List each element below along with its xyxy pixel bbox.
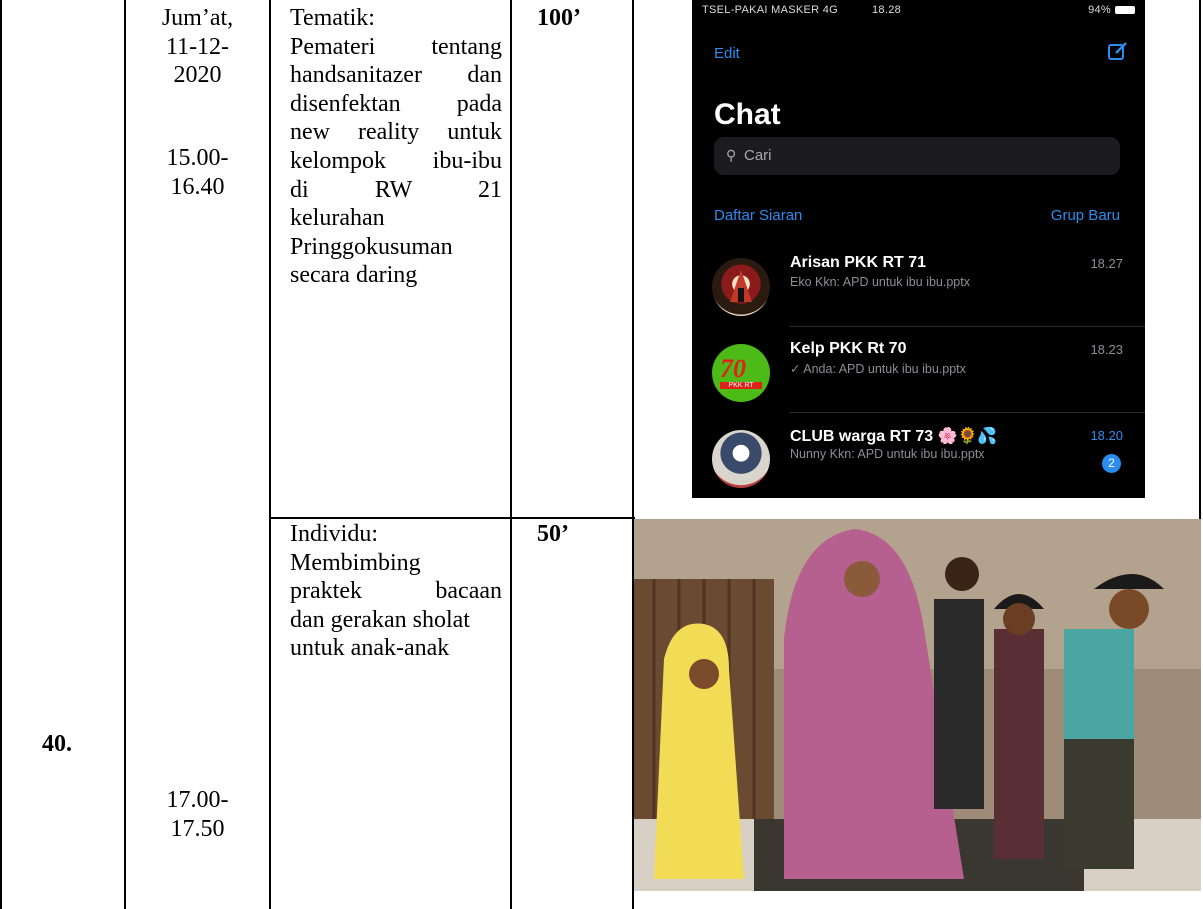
- date-line-3: 2020: [173, 62, 222, 89]
- page-title: Chat: [714, 98, 781, 131]
- activity-1-line: secara daring: [290, 262, 418, 289]
- activity-1-line: Pringgokusuman: [290, 233, 453, 260]
- status-time: 18.28: [872, 4, 902, 16]
- chat-time: 18.20: [1090, 428, 1123, 443]
- table-row-divider: [269, 517, 635, 519]
- activity-2-line: untuk anak-anak: [290, 635, 450, 662]
- compose-icon[interactable]: [1107, 40, 1129, 62]
- chat-name: CLUB warga RT 73 🌸🌻💦: [790, 428, 998, 445]
- search-placeholder: Cari: [744, 147, 772, 164]
- date-line-1: Jum’at,: [161, 5, 234, 31]
- date-line-2: 11-12-: [165, 33, 230, 60]
- edit-button[interactable]: Edit: [714, 45, 740, 62]
- battery-indicator: 94%: [1088, 4, 1135, 16]
- activity-1-description: Tematik: Pemateri tentang handsanitazer …: [290, 4, 502, 290]
- children-prayer-photo: [634, 519, 1201, 891]
- new-group-link[interactable]: Grup Baru: [1051, 207, 1120, 224]
- activity-2-line: Membimbing: [290, 549, 421, 576]
- chat-preview: Eko Kkn: APD untuk ibu ibu.pptx: [790, 275, 970, 289]
- divider: [790, 326, 1145, 327]
- time-range-1-end: 16.40: [170, 173, 225, 200]
- avatar: 70 PKK RT: [712, 344, 770, 402]
- time-range-1-start: 15.00-: [166, 145, 229, 171]
- table-border-col1: [124, 0, 126, 909]
- activity-1-duration: 100’: [537, 5, 581, 31]
- row-number: 40.: [42, 731, 72, 757]
- activity-1-line: new reality untuk: [290, 119, 502, 146]
- time-range-2-start: 17.00-: [166, 787, 229, 813]
- table-border-left: [0, 0, 2, 909]
- whatsapp-chat-screenshot: TSEL-PAKAI MASKER 4G 18.28 94% Edit Chat…: [692, 0, 1145, 498]
- search-icon: ⚲: [726, 147, 737, 163]
- table-border-col2: [269, 0, 271, 909]
- chat-item-kelp-pkk[interactable]: 70 PKK RT Kelp PKK Rt 70 ✓ Anda: APD unt…: [692, 338, 1145, 416]
- chat-name: Kelp PKK Rt 70: [790, 340, 907, 357]
- activity-1-line: handsanitazer dan: [290, 62, 502, 89]
- activity-2-line: praktek bacaan: [290, 578, 502, 605]
- activity-2-line: dan gerakan sholat: [290, 606, 470, 633]
- chat-item-arisan[interactable]: Arisan PKK RT 71 Eko Kkn: APD untuk ibu …: [692, 252, 1145, 330]
- broadcast-list-link[interactable]: Daftar Siaran: [714, 207, 802, 224]
- battery-icon: [1115, 6, 1135, 15]
- activity-2-heading: Individu:: [290, 521, 378, 547]
- activity-1-line: kelurahan: [290, 205, 385, 232]
- time-range-2-end: 17.50: [170, 815, 225, 842]
- chat-item-club-warga[interactable]: CLUB warga RT 73 🌸🌻💦 Nunny Kkn: APD untu…: [692, 424, 1145, 498]
- table-border-col3: [510, 0, 512, 909]
- date-cell: Jum’at, 11-12- 2020: [126, 4, 269, 90]
- chat-time: 18.23: [1090, 342, 1123, 357]
- search-input[interactable]: ⚲ Cari: [714, 137, 1120, 175]
- avatar: [712, 430, 770, 488]
- table-border-right: [1199, 0, 1201, 519]
- activity-1-line: disenfektan pada: [290, 90, 502, 117]
- chat-name: Arisan PKK RT 71: [790, 254, 927, 271]
- time-range-2: 17.00- 17.50: [126, 786, 269, 843]
- divider: [790, 412, 1145, 413]
- activity-1-line: Pemateri tentang: [290, 33, 502, 60]
- chat-time: 18.27: [1090, 256, 1123, 271]
- activity-1-line: kelompok ibu-ibu: [290, 147, 502, 174]
- activity-2-duration: 50’: [537, 521, 569, 547]
- chat-preview: Nunny Kkn: APD untuk ibu ibu.pptx: [790, 447, 985, 461]
- activity-1-line: di RW 21: [290, 176, 502, 203]
- chat-preview: ✓ Anda: APD untuk ibu ibu.pptx: [790, 362, 966, 376]
- activity-1-heading: Tematik:: [290, 5, 375, 31]
- carrier-label: TSEL-PAKAI MASKER 4G: [702, 4, 839, 16]
- time-range-1: 15.00- 16.40: [126, 144, 269, 201]
- activity-2-description: Individu: Membimbing praktek bacaan dan …: [290, 520, 502, 663]
- unread-badge: 2: [1102, 454, 1121, 473]
- avatar: [712, 258, 770, 316]
